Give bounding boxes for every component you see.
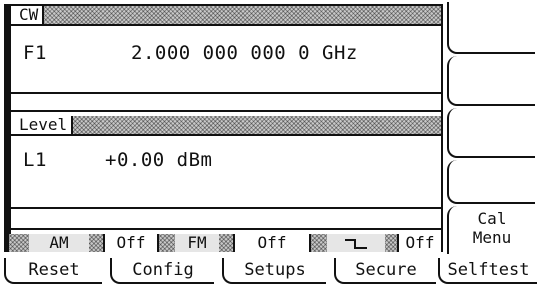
status-dither-4 — [219, 234, 233, 252]
am-label: AM — [29, 234, 89, 252]
softkey-2[interactable] — [447, 56, 535, 106]
pulse-modulation-label — [327, 234, 385, 252]
status-dither-1 — [9, 234, 29, 252]
selftest-button[interactable]: Selftest — [438, 258, 537, 284]
softkey-cal-menu-line2: Menu — [472, 228, 512, 247]
cw-panel-title: CW — [11, 6, 45, 24]
cw-frequency-value[interactable]: 2.000 000 000 0 GHz — [131, 42, 358, 64]
softkey-4[interactable] — [447, 160, 535, 204]
softkey-3[interactable] — [447, 108, 535, 158]
level-value[interactable]: +0.00 dBm — [105, 149, 212, 171]
status-dither-6 — [385, 234, 397, 252]
reset-button[interactable]: Reset — [4, 258, 102, 284]
am-value[interactable]: Off — [103, 234, 157, 252]
main-display: CW F1 2.000 000 000 0 GHz Level L1 +0.00… — [9, 4, 443, 252]
cw-frequency-label[interactable]: F1 — [23, 42, 47, 64]
pulse-modulation-icon — [345, 238, 367, 249]
softkey-cal-menu-line1: Cal — [477, 209, 507, 228]
cw-header-strip — [11, 6, 441, 26]
config-button[interactable]: Config — [110, 258, 214, 284]
pulse-value[interactable]: Off — [397, 234, 441, 252]
level-divider-2 — [11, 228, 441, 230]
softkey-cal-menu[interactable]: Cal Menu — [447, 206, 535, 254]
level-label[interactable]: L1 — [23, 149, 47, 171]
level-divider-1 — [11, 207, 441, 209]
cw-divider-2 — [11, 110, 441, 112]
level-panel-title: Level — [11, 116, 74, 134]
status-dither-3 — [157, 234, 175, 252]
fm-label: FM — [175, 234, 219, 252]
status-dither-2 — [89, 234, 103, 252]
cw-divider-1 — [11, 92, 441, 94]
setups-button[interactable]: Setups — [222, 258, 326, 284]
secure-button[interactable]: Secure — [334, 258, 436, 284]
level-header-strip — [11, 116, 441, 136]
fm-value[interactable]: Off — [233, 234, 309, 252]
status-dither-5 — [309, 234, 327, 252]
softkey-1[interactable] — [447, 2, 535, 54]
